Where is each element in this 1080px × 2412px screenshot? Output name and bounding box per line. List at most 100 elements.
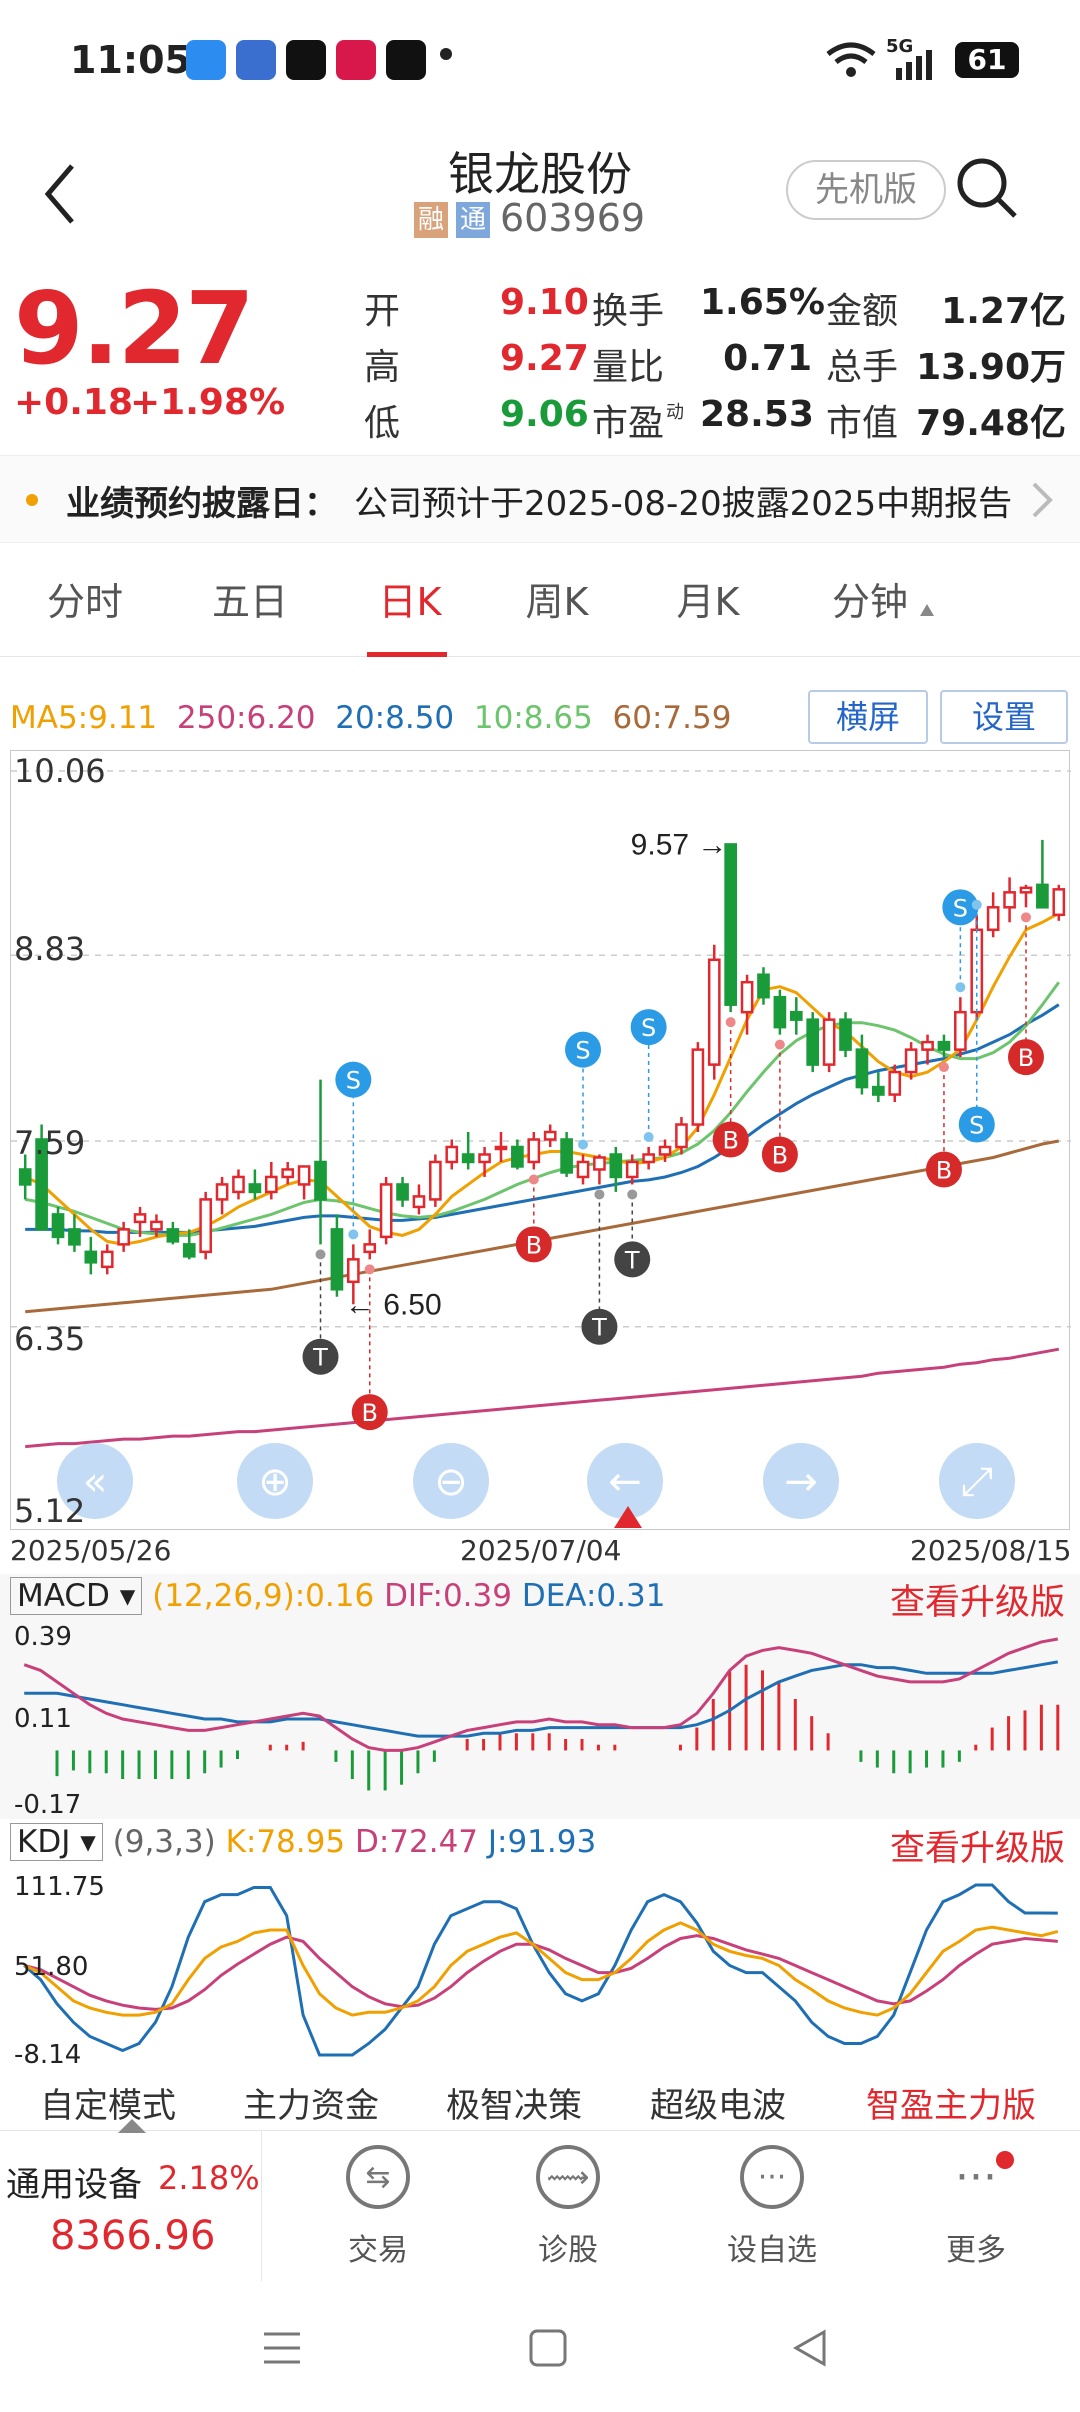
tab-monthly-k[interactable]: 月K [643,552,773,657]
kdj-y-top: 111.75 [14,1872,105,1902]
back-key-icon[interactable] [790,2328,830,2368]
home-key-icon[interactable] [528,2328,568,2368]
settings-button[interactable]: 设置 [940,690,1068,744]
candle-body [478,1153,491,1164]
candle-body [445,1145,459,1164]
signal-letter: B [362,1399,378,1427]
kline-chart[interactable]: 9.57 → ← 6.50 T S B B S T T S B B B S S B «⊕ ⊖ ← → ⤢ [10,750,1071,1530]
signal-letter: S [953,894,968,922]
candle-body [954,1010,967,1051]
app-notification-icon [186,40,226,80]
date-start: 2025/05/26 [10,1534,172,1567]
chart-app-icon [236,40,276,80]
macd-selector[interactable]: MACD ▾ [10,1577,143,1615]
system-nav-bar [0,2290,1080,2412]
add-watchlist-button[interactable]: ··· 设自选 [708,2145,836,2269]
signal-letter: B [722,1127,738,1155]
kdj-params: (9,3,3) [112,1824,216,1860]
kdj-selector[interactable]: KDJ ▾ [10,1823,103,1861]
sector-pct: 2.18% [158,2159,260,2197]
connect-badge: 通 [456,202,490,238]
candle-body [314,1160,327,1201]
candle-body [133,1213,147,1224]
candle-body [921,1040,934,1051]
macd-panel[interactable]: MACD ▾ (12,26,9):0.16 DIF:0.39 DEA:0.31 … [0,1574,1080,1820]
turnover-label: 换手 [592,291,665,332]
candle-body [248,1183,262,1194]
sector-index[interactable]: 通用设备 2.18% 8366.96 [0,2131,262,2281]
high-value: 9.27 [500,338,589,379]
tab-intraday[interactable]: 分时 [20,552,150,657]
earnings-notice[interactable]: 业绩预约披露日： 公司预计于2025-08-20披露2025中期报告 [0,455,1080,543]
zone-tab-decision[interactable]: 极智决策 [446,2078,582,2127]
low-value: 9.06 [500,394,589,435]
zone-tab-custom[interactable]: 自定模式 [40,2078,176,2127]
volume-ratio-label: 量比 [592,347,665,388]
total-hands-label: 总手 [826,347,899,388]
macd-upgrade-link[interactable]: 查看升级版 [890,1574,1065,1625]
candle-body [625,1160,639,1179]
candle-body [937,1040,951,1051]
signal-letter: S [969,1112,984,1140]
signal-anchor-dot [364,1264,375,1275]
signal-icon [896,50,932,80]
candle-body [871,1085,885,1096]
search-icon[interactable] [955,156,1019,220]
candle-body [675,1123,688,1149]
tab-weekly-k[interactable]: 周K [492,552,622,657]
candle-body [461,1153,475,1164]
candle-body [68,1228,81,1246]
zone-tab-wave[interactable]: 超级电波 [650,2078,786,2127]
trade-button[interactable]: ⇆ 交易 [314,2145,442,2269]
chart-tool-icon: → [784,1459,818,1505]
signal-letter: S [641,1014,656,1042]
landscape-button[interactable]: 横屏 [808,690,928,744]
ma60-line [25,1139,1060,1314]
kdj-j: J:91.93 [487,1824,597,1860]
chart-tool-icon: « [83,1459,107,1505]
diagnose-button[interactable]: ⟿ 诊股 [504,2145,632,2269]
low-price-label: ← 6.50 [345,1288,442,1321]
ma5-line [24,911,1060,1246]
tab-five-day[interactable]: 五日 [185,552,315,657]
ma-legend: MA5:9.11 250:6.20 20:8.50 10:8.65 60:7.5… [10,700,731,750]
signal-letter: B [772,1141,788,1169]
mode-button[interactable]: 先机版 [786,160,946,220]
margin-badge: 融 [414,202,448,238]
macd-y-bottom: -0.17 [14,1790,82,1820]
amount-value: 1.27亿 [941,291,1066,332]
price-change-pct: +1.98% [130,382,286,423]
candle-body [543,1130,557,1141]
candle-body [527,1138,541,1164]
menu-key-icon[interactable] [262,2330,302,2366]
candle-body [822,1018,836,1066]
zone-tab-smart[interactable]: 智盈主力版 [866,2078,1036,2127]
candle-body [346,1258,360,1284]
chart-tool-icon: ← [608,1459,642,1505]
kdj-upgrade-link[interactable]: 查看升级版 [890,1820,1065,1871]
candle-body [560,1138,573,1174]
candle-body [609,1153,623,1179]
add-watchlist-icon: ··· [740,2145,804,2209]
date-cursor-icon[interactable] [614,1506,642,1528]
tab-daily-k[interactable]: 日K [345,552,475,657]
candle-body [757,973,770,999]
tiktok-lite-icon [386,40,426,80]
candle-body [642,1153,655,1164]
ma5-label: MA5:9.11 [10,700,158,736]
signal-anchor-dot [938,1062,949,1073]
zone-tab-capital[interactable]: 主力资金 [243,2078,379,2127]
y-tick-4: 6.35 [14,1320,86,1358]
candle-body [1019,886,1033,894]
minute-dropdown-icon [920,604,934,616]
more-button[interactable]: ··· 更多 [912,2145,1040,2269]
signal-letter: S [575,1037,590,1065]
y-tick-3: 7.59 [14,1124,86,1162]
wifi-icon [826,42,876,77]
tiktok-icon [286,40,326,80]
signal-anchor-dot [578,1139,589,1150]
notice-dot-icon [26,494,38,506]
kdj-panel[interactable]: KDJ ▾ (9,3,3) K:78.95 D:72.47 J:91.93 查看… [0,1820,1080,2070]
y-tick-bottom: 5.12 [14,1492,86,1530]
tab-minute[interactable]: 分钟 [810,552,930,657]
